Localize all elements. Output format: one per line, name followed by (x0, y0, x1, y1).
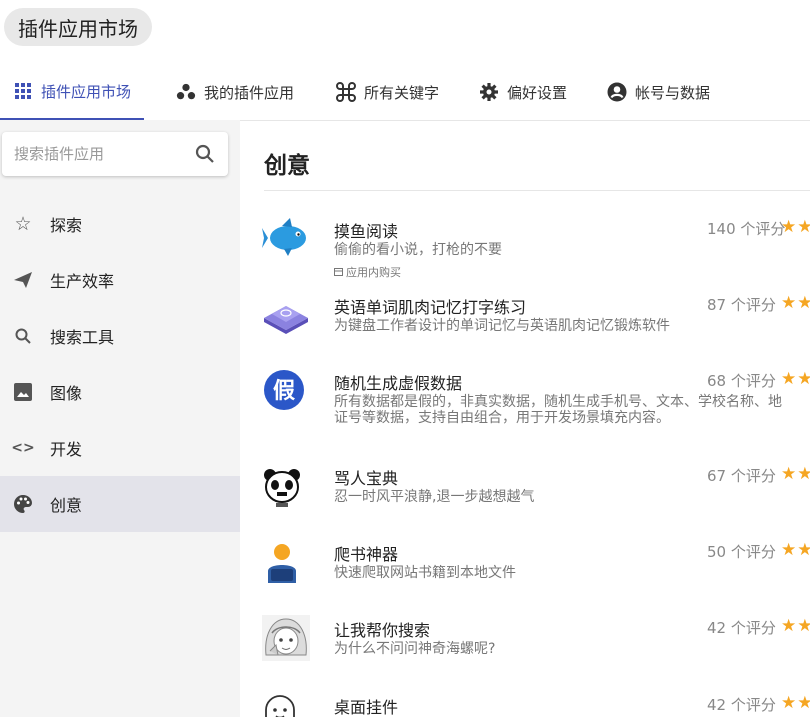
app-description: 所有数据都是假的，非真实数据，随机生成手机号、文本、学校名称、地 (334, 394, 782, 410)
tag-label: 应用内购买 (346, 266, 401, 279)
tab-label: 我的插件应用 (204, 83, 295, 102)
tab-label: 所有关键字 (364, 83, 440, 102)
tab-label: 帐号与数据 (635, 83, 711, 102)
panda-meme-icon (262, 467, 310, 515)
sidebar-item-label: 探索 (50, 216, 83, 235)
palette-icon (12, 493, 34, 515)
sidebar-item-label: 开发 (50, 440, 83, 459)
fish-icon (262, 218, 310, 266)
app-description: 为什么不问问神奇海螺呢? (334, 641, 496, 657)
reader-person-icon (262, 543, 310, 591)
code-icon: <> (11, 440, 35, 456)
command-icon (336, 82, 356, 102)
rating-count: 50 个评分 (707, 543, 776, 561)
fake-badge-text: 假 (273, 379, 295, 404)
rating-count: 42 个评分 (707, 696, 776, 714)
app-name: 让我帮你搜索 (334, 621, 431, 640)
tab-preferences[interactable]: 偏好设置 (479, 64, 567, 120)
rating-stars: ★★ (781, 464, 810, 484)
grid-icon (13, 81, 33, 101)
sidebar-item-productivity[interactable]: 生产效率 (0, 252, 240, 308)
tag-icon (334, 266, 343, 279)
sidebar-item-label: 图像 (50, 384, 83, 403)
rating-stars: ★★ (781, 616, 810, 636)
app-description: 为键盘工作者设计的单词记忆与英语肌肉记忆锻炼软件 (334, 318, 670, 334)
app-name: 骂人宝典 (334, 469, 399, 488)
rating-count: 42 个评分 (707, 619, 776, 637)
star-outline-icon: ☆ (14, 213, 32, 235)
tab-label: 偏好设置 (507, 83, 568, 102)
anime-girl-icon (262, 615, 310, 663)
sidebar-item-label: 搜索工具 (50, 328, 115, 347)
rating-stars: ★★ (781, 217, 810, 237)
sidebar-item-creative[interactable]: 创意 (0, 476, 240, 532)
app-name: 桌面挂件 (334, 698, 399, 717)
image-icon (12, 381, 34, 403)
tab-plugin-market[interactable]: 插件应用市场 (0, 64, 144, 120)
window-title: 插件应用市场 (4, 8, 152, 46)
tab-my-plugins[interactable]: 我的插件应用 (176, 64, 294, 120)
rating-count: 67 个评分 (707, 467, 776, 485)
category-nav: ☆ 探索 生产效率 搜索工具 图像 <> 开发 创意 (0, 196, 240, 532)
account-icon (607, 82, 627, 102)
send-icon (12, 269, 34, 291)
sidebar-item-image[interactable]: 图像 (0, 364, 240, 420)
title-divider (264, 190, 810, 191)
sidebar-item-dev[interactable]: <> 开发 (0, 420, 240, 476)
rating-count: 140 个评分 (707, 220, 786, 238)
rating-count: 68 个评分 (707, 372, 776, 390)
app-name: 英语单词肌肉记忆打字练习 (334, 298, 527, 317)
tab-label: 插件应用市场 (40, 82, 131, 101)
search-input[interactable] (12, 144, 186, 164)
app-description: 忍一时风平浪静,退一步越想越气 (334, 489, 535, 505)
sidebar-item-label: 创意 (50, 496, 83, 515)
rating-stars: ★★ (781, 369, 810, 389)
keycap-icon (262, 294, 310, 342)
search-icon[interactable] (194, 143, 216, 165)
ghost-icon (262, 694, 310, 717)
app-name: 随机生成虚假数据 (334, 374, 463, 393)
gear-icon (479, 82, 499, 102)
sidebar-item-label: 生产效率 (50, 272, 115, 291)
app-description-line2: 证号等数据，支持自由组合，用于开发场景填充内容。 (334, 410, 670, 426)
rating-count: 87 个评分 (707, 296, 776, 314)
app-description: 偷偷的看小说，打枪的不要 (334, 242, 502, 258)
app-name: 爬书神器 (334, 545, 399, 564)
main-content: 创意 摸鱼阅读 偷偷的看小说，打枪的不要 应用内购买 140 个评分 ★★ 英语… (240, 120, 810, 717)
rating-stars: ★★ (781, 693, 810, 713)
sidebar: ☆ 探索 生产效率 搜索工具 图像 (0, 120, 240, 717)
in-app-purchase-tag: 应用内购买 (334, 264, 401, 280)
tab-all-keywords[interactable]: 所有关键字 (336, 64, 439, 120)
sidebar-item-search-tools[interactable]: 搜索工具 (0, 308, 240, 364)
search-box (2, 132, 228, 176)
rating-stars: ★★ (781, 540, 810, 560)
sidebar-item-explore[interactable]: ☆ 探索 (0, 196, 240, 252)
tab-account-data[interactable]: 帐号与数据 (607, 64, 710, 120)
fake-badge-icon: 假 (262, 368, 310, 416)
app-name: 摸鱼阅读 (334, 222, 399, 241)
rating-stars: ★★ (781, 293, 810, 313)
search-icon (12, 325, 34, 347)
top-tab-bar: 插件应用市场 我的插件应用 所有关键字 偏好设置 帐号与数据 (0, 64, 810, 121)
page-title: 创意 (264, 153, 310, 179)
bubbles-icon (176, 82, 196, 102)
app-description: 快速爬取网站书籍到本地文件 (334, 565, 516, 581)
